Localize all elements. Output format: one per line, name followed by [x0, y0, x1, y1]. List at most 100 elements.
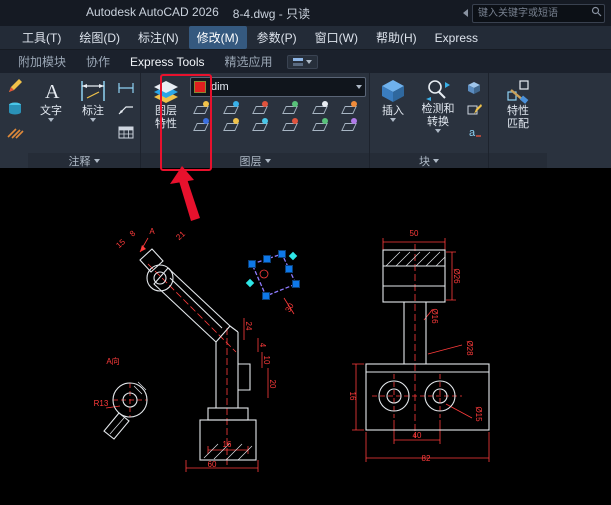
layer-properties-label-1: 图层 — [155, 105, 177, 117]
snap-marker — [288, 251, 298, 261]
chevron-down-icon — [433, 159, 439, 163]
block-panel-label: 块 — [419, 156, 430, 168]
table-icon[interactable] — [115, 123, 137, 141]
layer-off-icon[interactable] — [192, 100, 210, 115]
ribbon-display-toggle[interactable] — [286, 54, 318, 69]
layer-tools-grid — [190, 100, 366, 132]
layer-change-icon[interactable] — [311, 117, 329, 132]
layer-unisolate-icon[interactable] — [222, 117, 240, 132]
panel-layers: 图层 特性 dim 图层 — [141, 73, 370, 169]
dimension-button-label: 标注 — [82, 105, 104, 117]
layer-unlock-icon[interactable] — [281, 117, 299, 132]
layer-previous-icon[interactable] — [192, 117, 210, 132]
detect-convert-label-2: 转换 — [427, 116, 449, 128]
create-block-icon[interactable] — [463, 79, 485, 97]
layer-match-icon[interactable] — [340, 100, 358, 115]
text-icon: A — [45, 81, 60, 103]
chevron-down-icon — [435, 129, 441, 133]
layer-properties-label-2: 特性 — [155, 118, 177, 130]
current-layer-name: dim — [211, 81, 229, 93]
edit-block-icon[interactable] — [463, 101, 485, 119]
quick-tools-column — [0, 73, 28, 169]
magnifier-convert-icon — [426, 80, 450, 101]
snap-marker — [245, 278, 255, 288]
layer-properties-button[interactable]: 图层 特性 — [144, 75, 188, 153]
text-button-label: 文字 — [40, 105, 62, 117]
ribbon-grid-icon — [292, 57, 303, 66]
cylinder-icon[interactable] — [4, 100, 26, 118]
svg-text:A: A — [45, 81, 60, 103]
title-bar: Autodesk AutoCAD 2026 8-4.dwg - 只读 — [0, 0, 611, 26]
tab-featured-apps[interactable]: 精选应用 — [215, 49, 283, 74]
layer-merge-icon[interactable] — [340, 117, 358, 132]
tab-add-ins[interactable]: 附加模块 — [8, 49, 76, 74]
menu-window[interactable]: 窗口(W) — [307, 26, 366, 49]
insert-button[interactable]: 插入 — [373, 75, 413, 153]
paintbrush-icon — [507, 80, 529, 104]
panel-block: 插入 检测和 转换 a 块 — [370, 73, 489, 169]
menu-parametric[interactable]: 参数(P) — [249, 26, 305, 49]
app-title: Autodesk AutoCAD 2026 — [86, 4, 219, 19]
chevron-down-icon — [356, 85, 362, 89]
layers-icon — [154, 81, 178, 103]
properties-panel-footer — [489, 153, 547, 169]
ribbon-tab-bar: 附加模块 协作 Express Tools 精选应用 — [0, 50, 611, 73]
tab-collaborate[interactable]: 协作 — [76, 49, 120, 74]
block-panel-footer[interactable]: 块 — [370, 153, 488, 169]
autocad-window: Autodesk AutoCAD 2026 8-4.dwg - 只读 工具(T)… — [0, 0, 611, 500]
dimension-button[interactable]: 标注 — [73, 75, 113, 153]
document-title: 8-4.dwg - 只读 — [232, 6, 311, 21]
detect-convert-button[interactable]: 检测和 转换 — [415, 75, 461, 153]
pencil-icon[interactable] — [4, 77, 26, 95]
cad-drawing — [103, 237, 490, 472]
match-properties-label-1: 特性 — [507, 105, 529, 117]
chevron-down-icon — [48, 118, 54, 122]
block-cube-icon — [382, 80, 404, 102]
menu-help[interactable]: 帮助(H) — [368, 26, 425, 49]
drawing-canvas[interactable]: A 15 8 21 24 4 10 20 16 60 30 A向 R13 50 Ø26 Ø16 Ø28 Ø15 40… — [0, 168, 611, 500]
layer-panel-label: 图层 — [239, 156, 262, 168]
detect-convert-label-1: 检测和 — [421, 103, 455, 115]
layer-panel-footer[interactable]: 图层 — [141, 153, 369, 169]
selected-object[interactable] — [245, 251, 298, 297]
layer-lock-icon[interactable] — [281, 100, 299, 115]
hatch-lines-icon[interactable] — [4, 123, 26, 141]
text-button[interactable]: A 文字 — [31, 75, 71, 153]
attribute-icon[interactable]: a — [463, 123, 485, 141]
layer-color-swatch — [194, 81, 206, 93]
panel-properties: 特性 匹配 — [489, 73, 547, 169]
match-properties-button[interactable]: 特性 匹配 — [492, 75, 544, 153]
linear-dimension-icon[interactable] — [115, 79, 137, 97]
chevron-down-icon — [305, 59, 312, 64]
menu-express[interactable]: Express — [427, 28, 486, 48]
svg-text:a: a — [469, 127, 476, 139]
layer-isolate-icon[interactable] — [222, 100, 240, 115]
annotation-mini-tools — [115, 75, 137, 153]
insert-button-label: 插入 — [382, 105, 404, 117]
tab-express-tools[interactable]: Express Tools — [120, 51, 214, 73]
layer-freeze-icon[interactable] — [251, 100, 269, 115]
annotation-panel-label: 注释 — [68, 156, 91, 168]
menu-dimension[interactable]: 标注(N) — [130, 26, 187, 49]
search-icon[interactable] — [591, 6, 602, 17]
menu-modify[interactable]: 修改(M) — [188, 26, 247, 49]
chevron-down-icon — [90, 118, 96, 122]
layer-current-icon[interactable] — [311, 100, 329, 115]
panel-annotation: A 文字 标注 注释 — [28, 73, 141, 169]
search-input[interactable] — [472, 3, 605, 23]
block-mini-tools: a — [463, 75, 485, 153]
menu-tools[interactable]: 工具(T) — [14, 26, 69, 49]
layer-dropdown[interactable]: dim — [190, 77, 366, 97]
match-properties-label-2: 匹配 — [507, 118, 529, 130]
layer-thaw-icon[interactable] — [251, 117, 269, 132]
chevron-down-icon — [264, 159, 271, 163]
chevron-down-icon — [93, 159, 100, 163]
multileader-icon[interactable] — [115, 101, 137, 119]
ribbon: A 文字 标注 注释 图层 特性 dim 图层 插入 检测和 转换 a 块 特性… — [0, 73, 611, 170]
dimension-icon — [81, 81, 105, 101]
collapse-search-icon[interactable] — [463, 9, 468, 17]
menu-draw[interactable]: 绘图(D) — [71, 26, 128, 49]
chevron-down-icon — [390, 118, 396, 122]
menu-bar: 工具(T) 绘图(D) 标注(N) 修改(M) 参数(P) 窗口(W) 帮助(H… — [0, 26, 611, 50]
annotation-panel-footer[interactable]: 注释 — [28, 153, 140, 169]
